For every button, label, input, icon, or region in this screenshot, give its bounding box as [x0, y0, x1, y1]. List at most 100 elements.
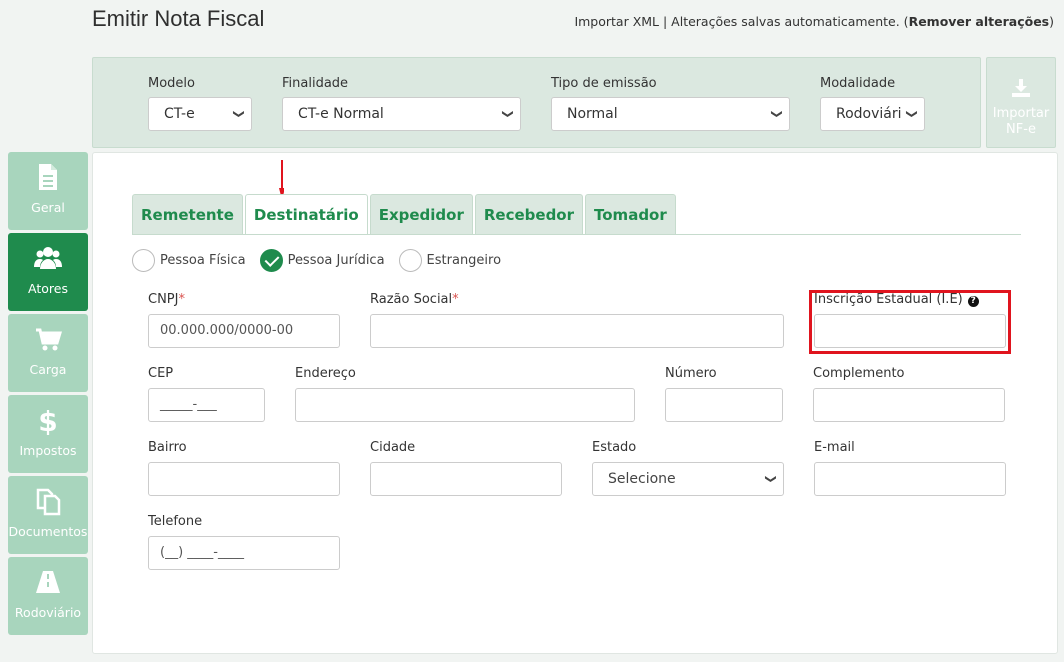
tab-destinatario[interactable]: Destinatário — [244, 194, 368, 235]
bairro-label: Bairro — [148, 440, 187, 455]
cidade-field: Cidade — [370, 440, 562, 496]
estado-select[interactable]: Selecione ❯ — [592, 462, 784, 496]
telefone-field: Telefone (__) ____-____ — [148, 514, 340, 570]
sidebar-item-label: Atores — [28, 281, 68, 296]
cnpj-field: CNPJ* 00.000.000/0000-00 — [148, 292, 340, 348]
radio-label: Estrangeiro — [426, 253, 502, 268]
radio-circle — [398, 249, 422, 272]
import-label-2: NF-e — [1006, 122, 1036, 137]
tipo-emissao-select[interactable]: Normal ❯ — [551, 97, 790, 131]
chevron-down-icon: ❯ — [764, 474, 778, 484]
razao-social-field: Razão Social* — [370, 292, 784, 348]
sidebar-item-carga[interactable]: Carga — [8, 314, 88, 392]
endereco-field: Endereço — [295, 366, 635, 422]
sidebar: Geral Atores Carga $ Impostos Documentos… — [8, 152, 88, 638]
radio-label: Pessoa Jurídica — [287, 253, 385, 268]
sidebar-item-label: Impostos — [19, 443, 77, 458]
tab-remetente[interactable]: Remetente — [132, 194, 243, 235]
modalidade-field: Modalidade Rodoviári ❯ — [820, 76, 925, 131]
chevron-down-icon: ❯ — [905, 109, 919, 119]
tabs-divider — [132, 234, 1021, 235]
bairro-input[interactable] — [148, 462, 340, 496]
finalidade-select[interactable]: CT-e Normal ❯ — [282, 97, 521, 131]
close-paren: ) — [1049, 14, 1054, 29]
sidebar-item-rodoviario[interactable]: Rodoviário — [8, 557, 88, 635]
sidebar-item-geral[interactable]: Geral — [8, 152, 88, 230]
tab-expedidor[interactable]: Expedidor — [369, 194, 473, 235]
import-xml-link[interactable]: Importar XML — [574, 14, 659, 29]
person-type-group: Pessoa Física Pessoa Jurídica Estrangeir… — [132, 249, 515, 272]
chevron-down-icon: ❯ — [232, 109, 246, 119]
sidebar-item-label: Rodoviário — [14, 605, 82, 620]
cidade-input[interactable] — [370, 462, 562, 496]
radio-circle — [132, 249, 155, 272]
sidebar-item-label: Carga — [29, 362, 67, 377]
complemento-input[interactable] — [813, 388, 1005, 422]
autosave-status: | Alterações salvas automaticamente. ( — [659, 14, 909, 29]
razao-social-label: Razão Social* — [370, 292, 459, 307]
users-icon — [8, 243, 88, 275]
endereco-input[interactable] — [295, 388, 635, 422]
modelo-field: Modelo CT-e ❯ — [148, 76, 252, 131]
dollar-icon: $ — [8, 405, 88, 438]
import-nfe-button[interactable]: Importar NF-e — [986, 57, 1056, 148]
chevron-down-icon: ❯ — [770, 109, 784, 119]
copy-icon — [8, 486, 88, 518]
sidebar-item-label: Geral — [31, 200, 65, 215]
email-field: E-mail — [814, 440, 1006, 496]
sidebar-item-atores[interactable]: Atores — [8, 233, 88, 311]
modalidade-value: Rodoviári — [836, 106, 902, 122]
razao-social-input[interactable] — [370, 314, 784, 348]
radio-label: Pessoa Física — [160, 253, 246, 268]
modelo-value: CT-e — [164, 106, 195, 122]
page-title: Emitir Nota Fiscal — [92, 6, 265, 31]
tipo-emissao-value: Normal — [567, 106, 618, 122]
cnpj-input[interactable]: 00.000.000/0000-00 — [148, 314, 340, 348]
chevron-down-icon: ❯ — [501, 109, 515, 119]
numero-label: Número — [665, 366, 717, 381]
telefone-label: Telefone — [148, 514, 203, 529]
highlight-annotation — [809, 290, 1011, 354]
modalidade-label: Modalidade — [820, 76, 896, 91]
params-bar: Modelo CT-e ❯ Finalidade CT-e Normal ❯ T… — [92, 57, 981, 148]
complemento-field: Complemento — [813, 366, 1005, 422]
cnpj-label: CNPJ* — [148, 292, 185, 307]
road-icon — [8, 567, 88, 599]
finalidade-label: Finalidade — [282, 76, 349, 91]
numero-input[interactable] — [665, 388, 783, 422]
remove-changes-link[interactable]: Remover alterações — [909, 14, 1050, 29]
modalidade-select[interactable]: Rodoviári ❯ — [820, 97, 925, 131]
sidebar-item-label: Documentos — [8, 524, 88, 539]
complemento-label: Complemento — [813, 366, 905, 381]
download-icon — [1012, 79, 1030, 97]
modelo-select[interactable]: CT-e ❯ — [148, 97, 252, 131]
sidebar-item-impostos[interactable]: $ Impostos — [8, 395, 88, 473]
email-label: E-mail — [814, 440, 855, 455]
cep-label: CEP — [148, 366, 174, 381]
cep-input[interactable]: _____-___ — [148, 388, 265, 422]
estado-value: Selecione — [608, 471, 676, 487]
actor-tabs: Remetente Destinatário Expedidor Recebed… — [132, 194, 678, 235]
estado-label: Estado — [592, 440, 637, 455]
tab-recebedor[interactable]: Recebedor — [474, 194, 584, 235]
tipo-emissao-label: Tipo de emissão — [551, 76, 657, 91]
radio-pessoa-fisica[interactable]: Pessoa Física — [132, 249, 246, 272]
cidade-label: Cidade — [370, 440, 416, 455]
radio-estrangeiro[interactable]: Estrangeiro — [398, 249, 502, 272]
endereco-label: Endereço — [295, 366, 356, 381]
finalidade-value: CT-e Normal — [298, 106, 384, 122]
check-icon — [259, 249, 283, 272]
numero-field: Número — [665, 366, 783, 422]
svg-text:$: $ — [38, 405, 57, 435]
cart-icon — [8, 324, 88, 356]
estado-field: Estado Selecione ❯ — [592, 440, 784, 496]
tab-tomador[interactable]: Tomador — [585, 194, 676, 235]
finalidade-field: Finalidade CT-e Normal ❯ — [282, 76, 521, 131]
sidebar-item-documentos[interactable]: Documentos — [8, 476, 88, 554]
telefone-input[interactable]: (__) ____-____ — [148, 536, 340, 570]
import-label-1: Importar — [992, 106, 1050, 121]
radio-pessoa-juridica[interactable]: Pessoa Jurídica — [259, 249, 385, 272]
email-input[interactable] — [814, 462, 1006, 496]
modelo-label: Modelo — [148, 76, 195, 91]
bairro-field: Bairro — [148, 440, 340, 496]
